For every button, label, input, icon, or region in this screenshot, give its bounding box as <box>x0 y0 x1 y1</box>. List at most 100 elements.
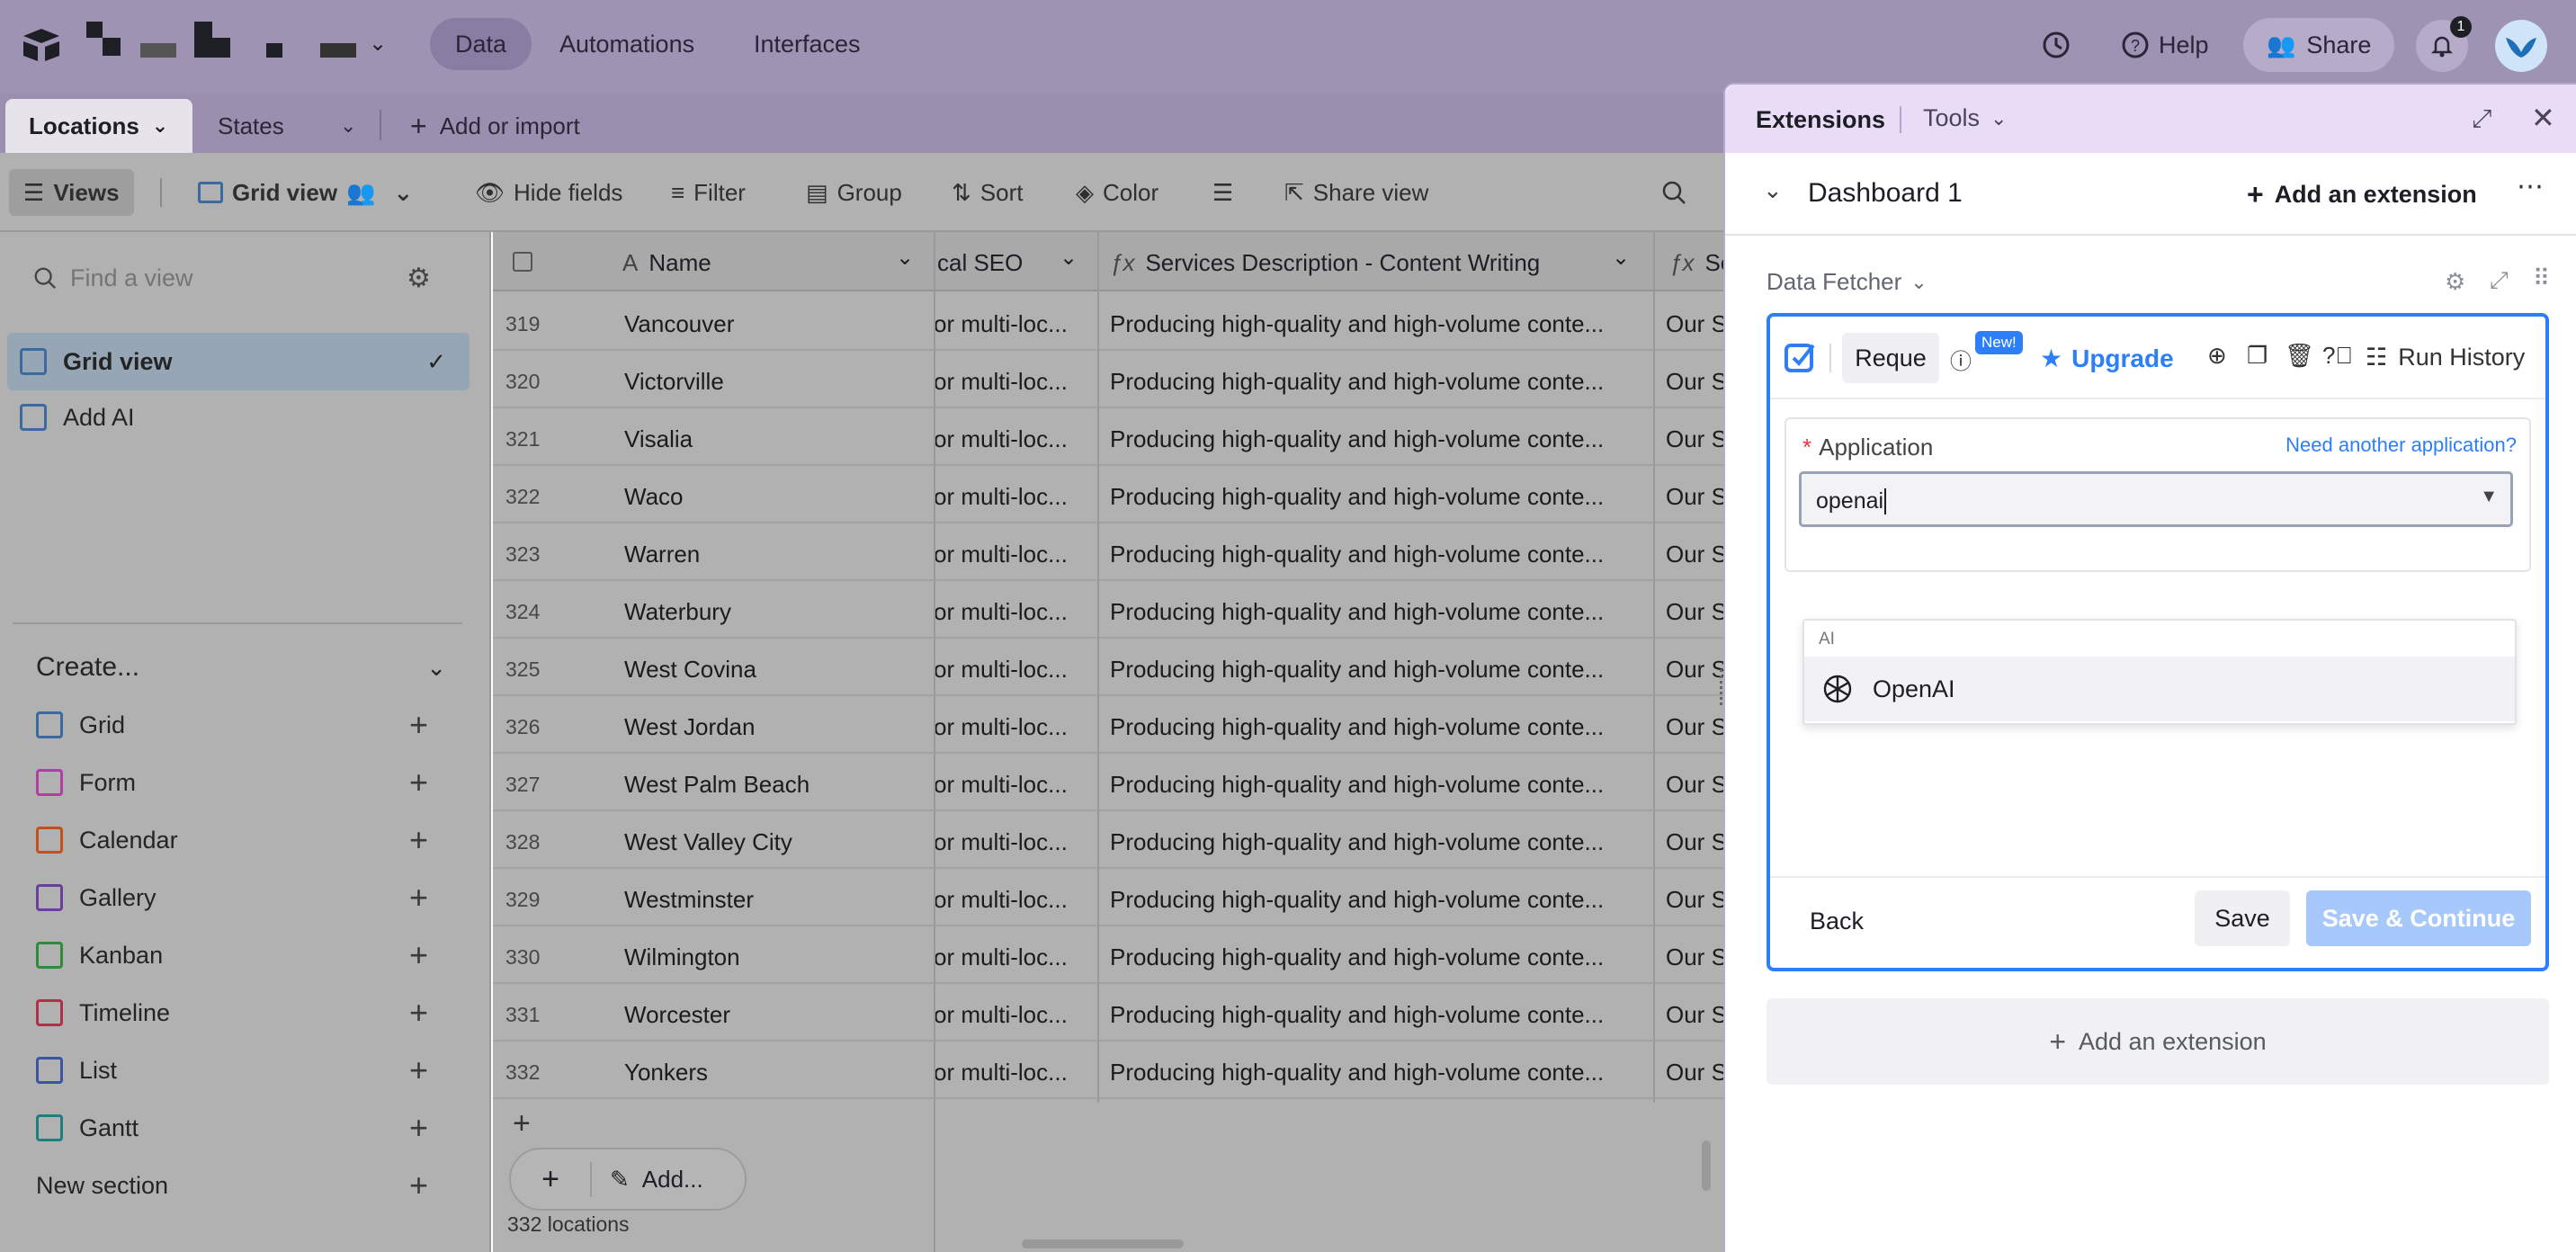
filter-button[interactable]: ≡ Filter <box>671 167 746 218</box>
cell-name[interactable]: Waco <box>624 483 684 511</box>
cell-next-field[interactable]: Our S <box>1666 771 1723 799</box>
add-records-bar[interactable]: + ✎ Add... <box>509 1148 747 1211</box>
cell-next-field[interactable]: Our S <box>1666 1001 1723 1029</box>
cell-seo[interactable]: or multi-loc... <box>934 368 1068 396</box>
cell-services-description[interactable]: Producing high-quality and high-volume c… <box>1110 656 1604 684</box>
cell-name[interactable]: Warren <box>624 541 700 568</box>
create-section-header[interactable]: Create... ⌄ <box>36 640 446 694</box>
create-kanban[interactable]: Kanban + <box>36 928 462 982</box>
cell-name[interactable]: Vancouver <box>624 310 734 338</box>
panel-resize-handle[interactable] <box>1720 669 1727 705</box>
table-row[interactable]: 329 Westminster or multi-loc... Producing h… <box>493 869 1723 926</box>
cell-seo[interactable]: or multi-loc... <box>934 886 1068 914</box>
nav-data[interactable]: Data <box>430 18 532 70</box>
create-form[interactable]: Form + <box>36 756 462 809</box>
table-row[interactable]: 319 Vancouver or multi-loc... Producing hig… <box>493 293 1723 351</box>
sidebar-item-grid-view[interactable]: Grid view ✓ <box>7 333 470 390</box>
cell-seo[interactable]: or multi-loc... <box>934 1059 1068 1087</box>
sort-button[interactable]: ⇅ Sort <box>952 167 1023 218</box>
help-icon[interactable]: ?⃝ <box>2322 342 2353 370</box>
nav-interfaces[interactable]: Interfaces <box>729 18 886 70</box>
row-height-button[interactable]: ☰ <box>1212 167 1233 218</box>
plus-icon[interactable]: + <box>409 939 428 971</box>
trash-icon[interactable]: 🗑 <box>2285 342 2314 370</box>
gear-icon[interactable]: ⚙ <box>2445 268 2465 296</box>
plus-icon[interactable]: + <box>409 1169 428 1202</box>
plus-icon[interactable]: + <box>409 709 428 741</box>
extensions-tab[interactable]: Extensions <box>1756 106 1885 134</box>
cell-services-description[interactable]: Producing high-quality and high-volume c… <box>1110 886 1604 914</box>
nav-automations[interactable]: Automations <box>534 18 720 70</box>
upgrade-button[interactable]: ★ Upgrade <box>2040 344 2174 373</box>
cell-next-field[interactable]: Our S <box>1666 368 1723 396</box>
chevron-down-icon[interactable]: ⌄ <box>896 245 914 271</box>
sidebar-item-add-ai[interactable]: Add AI <box>20 390 470 444</box>
cell-name[interactable]: Visalia <box>624 425 693 453</box>
cell-next-field[interactable]: Our S <box>1666 425 1723 453</box>
save-button[interactable]: Save <box>2195 890 2290 946</box>
fullscreen-icon[interactable]: ⤢ <box>2490 266 2509 295</box>
color-button[interactable]: ◈ Color <box>1076 167 1158 218</box>
cell-seo[interactable]: or multi-loc... <box>934 828 1068 856</box>
cell-seo[interactable]: or multi-loc... <box>934 943 1068 971</box>
cell-name[interactable]: Waterbury <box>624 598 731 626</box>
cell-services-description[interactable]: Producing high-quality and high-volume c… <box>1110 713 1604 741</box>
column-header-seo[interactable]: cal SEO <box>937 246 1023 279</box>
cell-next-field[interactable]: Our S <box>1666 828 1723 856</box>
cell-services-description[interactable]: Producing high-quality and high-volume c… <box>1110 368 1604 396</box>
chevron-down-icon[interactable]: ⌄ <box>1612 245 1630 271</box>
create-timeline[interactable]: Timeline + <box>36 986 462 1040</box>
cell-services-description[interactable]: Producing high-quality and high-volume c… <box>1110 598 1604 626</box>
cell-seo[interactable]: or multi-loc... <box>934 541 1068 568</box>
cell-services-description[interactable]: Producing high-quality and high-volume c… <box>1110 425 1604 453</box>
extension-name-menu[interactable]: Data Fetcher ⌄ <box>1767 268 1928 296</box>
select-all-checkbox[interactable] <box>513 252 532 272</box>
info-icon[interactable]: ⓘ <box>1950 344 1972 375</box>
tab-states[interactable]: States <box>194 99 308 153</box>
cell-name[interactable]: West Palm Beach <box>624 771 809 799</box>
drag-handle-icon[interactable]: ⠿ <box>2533 264 2550 292</box>
table-row[interactable]: 324 Waterbury or multi-loc... Producing hig… <box>493 581 1723 639</box>
add-extension-button[interactable]: + Add an extension <box>2247 178 2477 211</box>
base-name-redacted[interactable]: ⌄ <box>83 20 389 65</box>
save-continue-button[interactable]: Save & Continue <box>2306 890 2531 946</box>
application-select[interactable]: openai ▼ <box>1799 471 2513 527</box>
cell-services-description[interactable]: Producing high-quality and high-volume c… <box>1110 1059 1604 1087</box>
table-row[interactable]: 322 Waco or multi-loc... Producing high-qua… <box>493 466 1723 523</box>
cell-services-description[interactable]: Producing high-quality and high-volume c… <box>1110 828 1604 856</box>
plus-icon[interactable]: + <box>409 824 428 856</box>
cell-name[interactable]: Westminster <box>624 886 754 914</box>
history-icon[interactable] <box>2040 29 2072 61</box>
cell-seo[interactable]: or multi-loc... <box>934 310 1068 338</box>
column-header-name[interactable]: A Name <box>622 246 711 279</box>
chevron-down-icon[interactable]: ⌄ <box>393 179 413 207</box>
table-row[interactable]: 328 West Valley City or multi-loc... Produc… <box>493 811 1723 869</box>
table-row[interactable]: 327 West Palm Beach or multi-loc... Produci… <box>493 754 1723 811</box>
table-row[interactable]: 326 West Jordan or multi-loc... Producing h… <box>493 696 1723 754</box>
application-input[interactable]: openai <box>1816 488 1887 514</box>
close-icon[interactable]: ✕ <box>2531 101 2555 135</box>
cell-next-field[interactable]: Our S <box>1666 483 1723 511</box>
horizontal-scrollbar[interactable] <box>1022 1239 1184 1248</box>
cell-services-description[interactable]: Producing high-quality and high-volume c… <box>1110 483 1604 511</box>
create-calendar[interactable]: Calendar + <box>36 813 462 867</box>
plus-icon[interactable]: + <box>511 1161 592 1197</box>
cell-seo[interactable]: or multi-loc... <box>934 598 1068 626</box>
cell-seo[interactable]: or multi-loc... <box>934 656 1068 684</box>
cell-services-description[interactable]: Producing high-quality and high-volume c… <box>1110 310 1604 338</box>
chevron-down-icon[interactable]: ⌄ <box>426 654 446 682</box>
app-logo-icon[interactable] <box>20 27 63 63</box>
search-button[interactable] <box>1660 167 1687 218</box>
dropdown-option-openai[interactable]: OpenAI <box>1804 657 2515 721</box>
cell-next-field[interactable]: Our S <box>1666 310 1723 338</box>
chevron-down-icon[interactable]: ⌄ <box>317 99 380 153</box>
table-row[interactable]: 323 Warren or multi-loc... Producing high-q… <box>493 523 1723 581</box>
tools-menu[interactable]: Tools ⌄ <box>1923 104 2007 132</box>
cell-name[interactable]: Worcester <box>624 1001 730 1029</box>
column-header-services[interactable]: ƒx Services Description - Content Writin… <box>1110 246 1540 279</box>
expand-icon[interactable]: ⤢ <box>2472 104 2491 134</box>
plus-icon[interactable]: + <box>409 1112 428 1144</box>
download-icon[interactable]: ⊕ <box>2207 342 2227 370</box>
cell-seo[interactable]: or multi-loc... <box>934 483 1068 511</box>
find-view-input[interactable] <box>70 264 394 292</box>
